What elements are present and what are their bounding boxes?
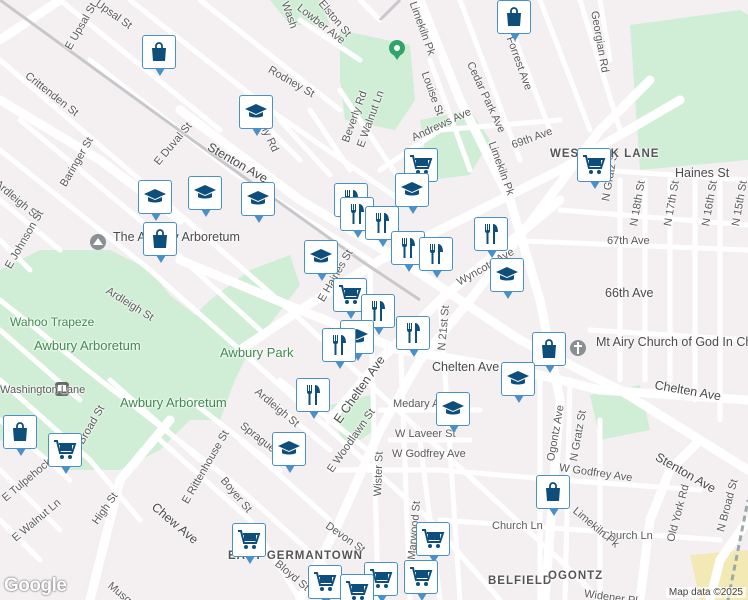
restaurant-icon <box>370 211 394 235</box>
restaurant-icon <box>401 321 425 345</box>
place-label: Wahoo Trapeze <box>10 315 95 329</box>
neighborhood-label: BELFIELD <box>488 575 553 587</box>
place-label: Mt Airy Church of God In Christ <box>596 335 748 349</box>
map-marker-shopping-bag[interactable] <box>3 415 37 456</box>
grocery-cart-icon <box>53 438 77 462</box>
street-label: W Godfrey Ave <box>392 448 466 460</box>
map-marker-graduation-cap[interactable] <box>239 95 273 136</box>
map-marker-grocery-cart[interactable] <box>232 523 266 564</box>
map-marker-restaurant[interactable] <box>474 217 508 258</box>
graduation-cap-icon <box>193 181 217 205</box>
place-label: Awbury Park <box>220 345 294 360</box>
graduation-cap-icon <box>495 263 519 287</box>
street-label: 66th Ave <box>605 286 654 300</box>
map-canvas[interactable]: Upsal St Wash Lowber Ave Elston St Rodne… <box>0 0 748 600</box>
graduation-cap-icon <box>277 437 301 461</box>
map-marker-shopping-bag[interactable] <box>532 332 566 373</box>
place-label: Awbury Arboretum <box>120 395 227 410</box>
street-label: W Laveer St <box>395 428 456 440</box>
restaurant-icon <box>396 236 420 260</box>
restaurant-icon <box>479 222 503 246</box>
graduation-cap-icon <box>400 178 424 202</box>
restaurant-icon <box>301 383 325 407</box>
shopping-bag-icon <box>8 420 32 444</box>
map-marker-grocery-cart[interactable] <box>48 433 82 474</box>
street-label: Church Ln <box>492 520 543 532</box>
graduation-cap-icon <box>309 245 333 269</box>
shopping-bag-icon <box>148 227 172 251</box>
map-marker-grocery-cart[interactable] <box>416 522 450 563</box>
map-marker-graduation-cap[interactable] <box>138 180 172 221</box>
shopping-bag-icon <box>537 337 561 361</box>
google-logo: Google <box>4 575 67 596</box>
map-marker-graduation-cap[interactable] <box>241 182 275 223</box>
street-label: Haines St <box>675 166 730 180</box>
map-marker-graduation-cap[interactable] <box>501 362 535 403</box>
grocery-cart-icon <box>338 283 362 307</box>
graduation-cap-icon <box>246 187 270 211</box>
shopping-bag-icon <box>147 40 171 64</box>
grocery-cart-icon <box>313 570 337 594</box>
map-marker-restaurant[interactable] <box>322 328 356 369</box>
graduation-cap-icon <box>441 397 465 421</box>
grocery-cart-icon <box>237 528 261 552</box>
map-marker-graduation-cap[interactable] <box>272 432 306 473</box>
restaurant-icon <box>424 242 448 266</box>
grocery-cart-icon <box>345 579 369 600</box>
map-marker-grocery-cart[interactable] <box>308 565 342 600</box>
map-attribution[interactable]: Map data ©2025 <box>665 587 746 598</box>
shopping-bag-icon <box>541 480 565 504</box>
map-marker-shopping-bag[interactable] <box>142 35 176 76</box>
map-marker-graduation-cap[interactable] <box>395 173 429 214</box>
map-marker-graduation-cap[interactable] <box>436 392 470 433</box>
graduation-cap-icon <box>143 185 167 209</box>
map-marker-graduation-cap[interactable] <box>490 258 524 299</box>
map-marker-shopping-bag[interactable] <box>536 475 570 516</box>
map-marker-grocery-cart[interactable] <box>340 574 374 600</box>
grocery-cart-icon <box>421 527 445 551</box>
map-marker-graduation-cap[interactable] <box>188 176 222 217</box>
neighborhood-label: OGONTZ <box>548 570 604 582</box>
street-label: Wister St <box>372 451 386 497</box>
grocery-cart-icon <box>582 153 606 177</box>
map-marker-grocery-cart[interactable] <box>404 560 438 600</box>
map-marker-grocery-cart[interactable] <box>577 148 611 189</box>
graduation-cap-icon <box>506 367 530 391</box>
map-marker-graduation-cap[interactable] <box>304 240 338 281</box>
grocery-cart-icon <box>409 565 433 589</box>
map-marker-restaurant[interactable] <box>296 378 330 419</box>
map-marker-restaurant[interactable] <box>396 316 430 357</box>
restaurant-icon <box>327 333 351 357</box>
street-label: 67th Ave <box>607 235 650 247</box>
graduation-cap-icon <box>244 100 268 124</box>
map-marker-restaurant[interactable] <box>419 237 453 278</box>
place-label: Washington Lane <box>0 384 86 396</box>
place-label: Awbury Arboretum <box>34 338 141 353</box>
map-marker-shopping-bag[interactable] <box>143 222 177 263</box>
map-marker-shopping-bag[interactable] <box>497 0 531 41</box>
shopping-bag-icon <box>502 5 526 29</box>
street-label: Chelten Ave <box>432 360 500 374</box>
